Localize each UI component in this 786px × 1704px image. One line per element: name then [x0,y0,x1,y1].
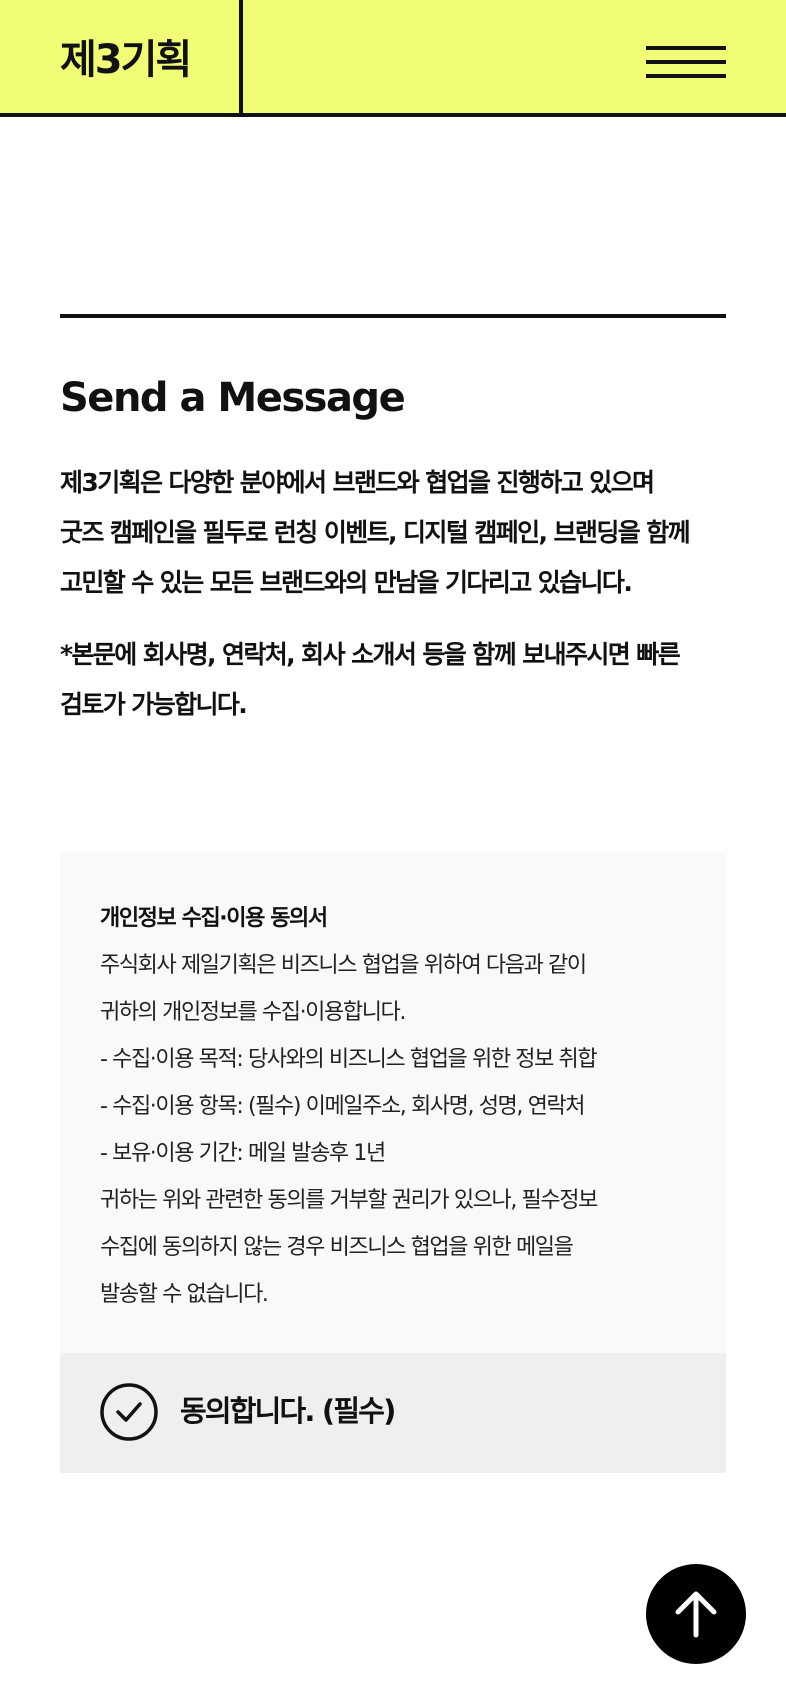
note-text: *본문에 회사명, 연락처, 회사 소개서 등을 함께 보내주시면 빠른 검토가… [60,630,740,730]
consent-line: - 수집·이용 항목: (필수) 이메일주소, 회사명, 성명, 연락처 [100,1094,585,1119]
privacy-consent-box: 개인정보 수집·이용 동의서 주식회사 제일기획은 비즈니스 협업을 위하여 다… [60,853,726,1473]
consent-line: 수집에 동의하지 않는 경우 비즈니스 협업을 위한 메일을 [100,1235,574,1260]
page-title: Send a Message [60,375,406,421]
logo[interactable]: 제3기획 [60,38,192,82]
scroll-to-top-button[interactable] [646,1564,746,1664]
hamburger-menu-icon [646,46,726,50]
consent-line: 발송할 수 없습니다. [100,1282,269,1307]
consent-line: - 보유·이용 기간: 메일 발송후 1년 [100,1141,386,1166]
privacy-consent-text: 개인정보 수집·이용 동의서 주식회사 제일기획은 비즈니스 협업을 위하여 다… [100,895,700,1318]
arrow-up-icon [675,1591,717,1638]
privacy-consent-title: 개인정보 수집·이용 동의서 [100,906,328,931]
intro-line: 고민할 수 있는 모든 브랜드와의 만남을 기다리고 있습니다. [60,568,633,597]
consent-line: 귀하는 위와 관련한 동의를 거부할 권리가 있으나, 필수정보 [100,1188,598,1213]
note-line: *본문에 회사명, 연락처, 회사 소개서 등을 함께 보내주시면 빠른 [60,640,681,669]
menu-button[interactable] [644,40,728,86]
intro-line: 굿즈 캠페인을 필두로 런칭 이벤트, 디지털 캠페인, 브랜딩을 함께 [60,518,691,547]
hamburger-menu-icon-line [646,60,726,64]
check-circle-icon [100,1383,158,1441]
consent-line: - 수집·이용 목적: 당사와의 비즈니스 협업을 위한 정보 취합 [100,1047,598,1072]
consent-line: 주식회사 제일기획은 비즈니스 협업을 위하여 다음과 같이 [100,953,587,978]
site-header: 제3기획 [0,0,786,117]
header-divider [239,0,243,117]
section-divider [60,314,726,318]
agree-label: 동의합니다. (필수) [180,1394,396,1428]
intro-text: 제3기획은 다양한 분야에서 브랜드와 협업을 진행하고 있으며 굿즈 캠페인을… [60,458,740,608]
intro-line: 제3기획은 다양한 분야에서 브랜드와 협업을 진행하고 있으며 [60,468,655,497]
consent-line: 귀하의 개인정보를 수집·이용합니다. [100,1000,406,1025]
hamburger-menu-icon-line [646,74,726,78]
agree-checkbox[interactable]: 동의합니다. (필수) [60,1353,726,1473]
note-line: 검토가 가능합니다. [60,690,248,719]
